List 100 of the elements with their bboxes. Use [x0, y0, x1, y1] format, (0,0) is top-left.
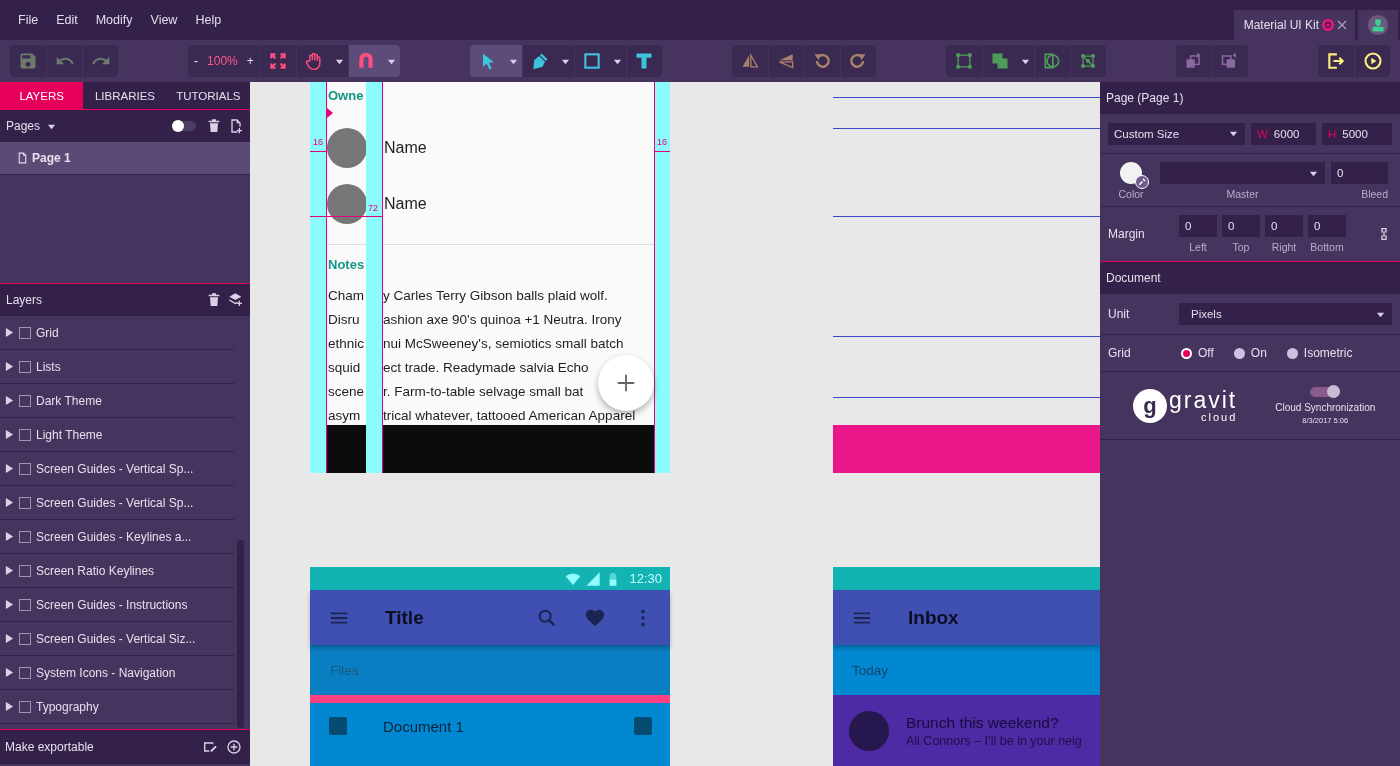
measure-label: 16 — [657, 137, 667, 147]
export-settings-icon[interactable] — [202, 739, 218, 755]
artboard[interactable] — [310, 82, 670, 473]
panel-tab[interactable]: LAYERS — [0, 82, 84, 109]
document-title[interactable]: Material UI Kit — [1243, 18, 1319, 32]
visibility-checkbox[interactable] — [19, 360, 31, 373]
radio-label[interactable]: Off — [1198, 346, 1214, 360]
close-icon[interactable] — [1337, 20, 1347, 30]
menu-item[interactable]: Edit — [47, 13, 87, 27]
visibility-checkbox[interactable] — [19, 530, 31, 543]
notes-text: r. Farm-to-table selvage small bat — [383, 383, 584, 399]
visibility-checkbox[interactable] — [19, 428, 31, 441]
layer-name[interactable]: Screen Guides - Vertical Sp... — [36, 495, 194, 510]
layer-name[interactable]: Screen Guides - Keylines a... — [36, 529, 192, 544]
avatar-circle — [327, 184, 367, 224]
trash-icon[interactable] — [206, 292, 222, 308]
visibility-checkbox[interactable] — [19, 564, 31, 577]
expand-arrow-icon[interactable] — [5, 565, 14, 576]
panel-tab[interactable]: TUTORIALS — [166, 82, 250, 109]
eyedropper-icon[interactable] — [1135, 175, 1149, 189]
brand-name: gravit — [1169, 388, 1238, 412]
radio-button[interactable] — [1286, 347, 1298, 359]
visibility-checkbox[interactable] — [19, 598, 31, 611]
notes-text: asym — [328, 407, 361, 423]
layer-name[interactable]: System Icons - Navigation — [36, 665, 176, 680]
width-field[interactable]: W 6000 — [1251, 122, 1316, 145]
layer-name[interactable]: Screen Guides - Vertical Sp... — [36, 461, 194, 476]
color-swatch[interactable] — [1120, 162, 1142, 184]
scrollbar[interactable] — [237, 540, 244, 728]
field-caption: Bleed — [1360, 188, 1388, 200]
menu-item[interactable]: Modify — [86, 13, 142, 27]
expand-arrow-icon[interactable] — [5, 701, 14, 712]
layer-name[interactable]: Dark Theme — [36, 393, 102, 408]
visibility-checkbox[interactable] — [19, 496, 31, 509]
add-layer-icon[interactable] — [228, 292, 244, 308]
zoom-out-button[interactable]: - — [188, 45, 205, 77]
list-item-title[interactable]: Document 1 — [383, 717, 464, 735]
expand-arrow-icon[interactable] — [5, 327, 14, 338]
add-circle-icon[interactable] — [226, 739, 242, 755]
layer-name[interactable]: Screen Ratio Keylines — [36, 563, 155, 578]
layer-name[interactable]: Light Theme — [36, 427, 103, 442]
unit-dropdown[interactable]: Pixels — [1179, 303, 1392, 325]
add-page-icon[interactable] — [228, 118, 244, 134]
toggle-switch[interactable] — [172, 121, 196, 131]
notes-text: scene — [328, 383, 365, 399]
field-caption: Right — [1270, 241, 1298, 253]
menu-item[interactable]: Help — [186, 13, 231, 27]
margin-field[interactable]: 0 — [1308, 215, 1346, 237]
expand-arrow-icon[interactable] — [5, 463, 14, 474]
visibility-checkbox[interactable] — [19, 632, 31, 645]
section-title: Document — [1106, 271, 1161, 285]
notes-text: ect trade. Readymade salvia Echo — [383, 359, 589, 375]
margin-field[interactable]: 0 — [1222, 215, 1260, 237]
notes-text: squid — [328, 359, 361, 375]
artboard[interactable]: 12:30 Title Files Document 1 — [310, 567, 670, 766]
field-label: Margin — [1108, 227, 1146, 241]
visibility-checkbox[interactable] — [19, 700, 31, 713]
expand-arrow-icon[interactable] — [5, 395, 14, 406]
visibility-checkbox[interactable] — [19, 326, 31, 339]
height-field[interactable]: H 5000 — [1322, 122, 1392, 145]
account-button[interactable] — [1358, 10, 1398, 40]
radio-label[interactable]: On — [1250, 346, 1267, 360]
radio-button[interactable] — [1233, 347, 1245, 359]
radio-label[interactable]: Isometric — [1303, 346, 1353, 360]
expand-arrow-icon[interactable] — [5, 667, 14, 678]
layer-name[interactable]: Typography — [36, 699, 99, 714]
menu-item[interactable]: File — [9, 13, 48, 27]
trash-icon[interactable] — [206, 118, 222, 134]
expand-arrow-icon[interactable] — [5, 599, 14, 610]
layer-name[interactable]: Lists — [36, 359, 61, 374]
margin-field[interactable]: 0 — [1179, 215, 1217, 237]
expand-arrow-icon[interactable] — [5, 531, 14, 542]
sync-toggle[interactable] — [1310, 386, 1341, 397]
visibility-checkbox[interactable] — [19, 462, 31, 475]
visibility-checkbox[interactable] — [19, 394, 31, 407]
expand-arrow-icon[interactable] — [5, 497, 14, 508]
zoom-in-button[interactable]: + — [240, 45, 260, 77]
document-tab[interactable]: Material UI Kit — [1233, 10, 1355, 40]
signal-icon — [585, 570, 602, 587]
field-caption: Color — [1117, 188, 1145, 200]
menu-item[interactable]: View — [141, 13, 187, 27]
export-label: Make exportable — [5, 740, 94, 754]
panel-tab[interactable]: LIBRARIES — [83, 82, 167, 109]
margin-field[interactable]: 0 — [1265, 215, 1303, 237]
layer-name[interactable]: Grid — [36, 325, 59, 340]
visibility-checkbox[interactable] — [19, 666, 31, 679]
layer-name[interactable]: Screen Guides - Instructions — [36, 597, 188, 612]
size-dropdown[interactable]: Custom Size — [1108, 122, 1245, 145]
snap-button[interactable] — [347, 45, 384, 77]
bleed-field[interactable]: 0 — [1331, 162, 1388, 184]
select-tool-button[interactable] — [469, 45, 506, 77]
expand-arrow-icon[interactable] — [5, 361, 14, 372]
page-item[interactable]: Page 1 — [0, 142, 250, 175]
zoom-level[interactable]: 100% — [204, 45, 241, 77]
page-name[interactable]: Page 1 — [32, 151, 71, 165]
layer-name[interactable]: Screen Guides - Vertical Siz... — [36, 631, 196, 646]
square-icon — [329, 717, 347, 735]
expand-arrow-icon[interactable] — [5, 633, 14, 644]
radio-button[interactable] — [1181, 347, 1192, 359]
expand-arrow-icon[interactable] — [5, 429, 14, 440]
